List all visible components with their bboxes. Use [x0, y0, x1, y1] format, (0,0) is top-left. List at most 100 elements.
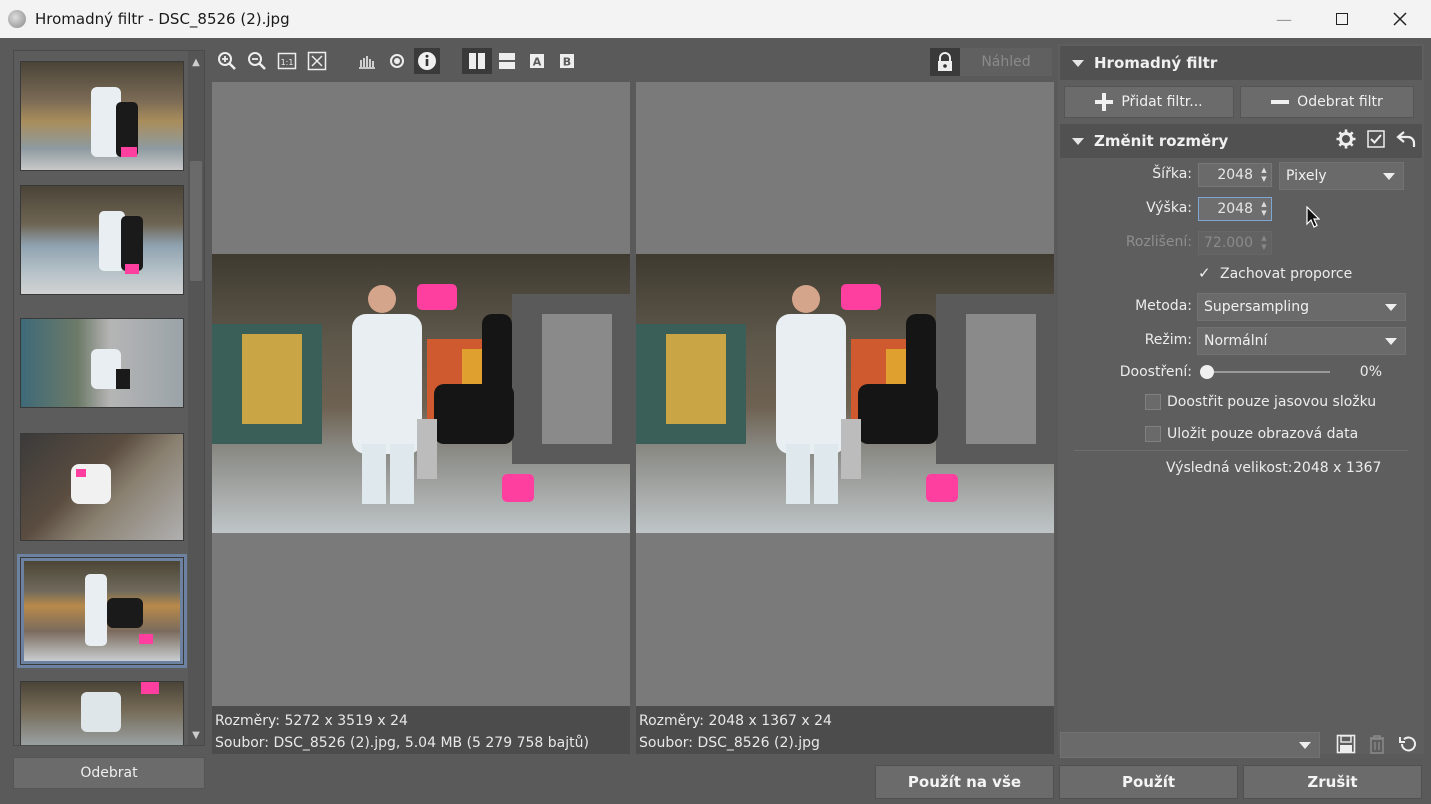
actual-size-icon: 1:1 — [277, 52, 297, 70]
batch-filter-title: Hromadný filtr — [1094, 54, 1218, 72]
save-image-only-label: Uložit pouze obrazová data — [1167, 426, 1359, 442]
spin-arrows-icon[interactable]: ▲ ▼ — [1257, 198, 1271, 220]
info-button[interactable] — [414, 48, 440, 74]
resize-filter-title: Změnit rozměry — [1094, 132, 1229, 150]
zoom-in-icon — [218, 52, 236, 70]
spin-arrows-icon: ▲ ▼ — [1261, 234, 1267, 251]
split-vertical-button[interactable] — [462, 48, 492, 74]
scroll-up-icon[interactable]: ▲ — [191, 57, 201, 68]
maximize-button[interactable] — [1313, 0, 1371, 38]
fit-screen-icon — [307, 51, 327, 71]
unit-select[interactable]: Pixely — [1279, 162, 1404, 190]
method-select[interactable]: Supersampling — [1197, 293, 1406, 321]
height-label: Výška: — [1146, 200, 1192, 216]
sharpen-luma-checkbox[interactable] — [1145, 394, 1161, 410]
app-icon — [8, 10, 26, 28]
save-image-only-checkbox[interactable] — [1145, 426, 1161, 442]
view-a-button[interactable]: A — [524, 48, 550, 74]
chevron-down-icon — [1385, 338, 1397, 345]
maximize-icon — [1336, 13, 1348, 25]
sharpen-value: 0% — [1359, 364, 1382, 380]
apply-all-button[interactable]: Použít na vše — [875, 765, 1054, 799]
zoom-out-button[interactable] — [244, 48, 270, 74]
resolution-value: 72.000 — [1204, 235, 1253, 251]
apply-button[interactable]: Použít — [1059, 765, 1238, 799]
preset-select[interactable] — [1060, 732, 1320, 758]
svg-text:B: B — [563, 56, 571, 69]
enable-filter-checkbox[interactable] — [1365, 128, 1387, 150]
divider — [1074, 450, 1408, 451]
resolution-input: 72.000 ▲ ▼ — [1198, 231, 1272, 255]
window-title: Hromadný filtr - DSC_8526 (2).jpg — [35, 10, 290, 28]
minimize-button[interactable]: — — [1255, 0, 1313, 38]
reset-filter-button[interactable] — [1395, 128, 1417, 150]
method-label: Metoda: — [1135, 298, 1192, 314]
result-photo — [636, 254, 1054, 533]
letter-a-icon: A — [530, 54, 544, 69]
thumbnail[interactable] — [20, 681, 184, 745]
exposure-button[interactable] — [384, 48, 410, 74]
sharpen-slider-handle[interactable] — [1200, 365, 1214, 379]
lock-button[interactable] — [930, 48, 960, 76]
original-info-bar: Rozměry: 5272 x 3519 x 24 Soubor: DSC_85… — [212, 706, 630, 754]
thumbnail[interactable] — [20, 61, 184, 171]
result-preview-pane[interactable]: Rozměry: 2048 x 1367 x 24 Soubor: DSC_85… — [636, 82, 1054, 754]
view-b-button[interactable]: B — [554, 48, 580, 74]
mode-select[interactable]: Normální — [1197, 327, 1406, 355]
batch-filter-header[interactable]: Hromadný filtr — [1060, 46, 1422, 80]
remove-image-button[interactable]: Odebrat — [13, 757, 205, 789]
sun-icon — [390, 54, 404, 68]
thumbnail-selected[interactable] — [17, 554, 187, 668]
keep-ratio-checkbox[interactable]: ✓ — [1198, 264, 1211, 282]
split-horizontal-button[interactable] — [494, 48, 520, 74]
height-input[interactable]: 2048 ▲ ▼ — [1198, 197, 1272, 221]
cancel-button[interactable]: Zrušit — [1243, 765, 1422, 799]
fit-to-window-button[interactable] — [304, 48, 330, 74]
scrollbar-thumb[interactable] — [190, 161, 202, 281]
original-dimensions: Rozměry: 5272 x 3519 x 24 — [215, 713, 408, 729]
mode-value: Normální — [1204, 333, 1268, 349]
width-input[interactable]: 2048 ▲ ▼ — [1198, 163, 1272, 187]
thumbnail[interactable] — [20, 318, 184, 408]
collapse-icon — [1072, 137, 1084, 145]
thumbnail-strip[interactable]: ▲ ▼ — [13, 50, 205, 746]
add-filter-button[interactable]: Přidat filtr... — [1064, 86, 1234, 118]
svg-text:A: A — [533, 56, 542, 69]
chevron-down-icon — [1385, 304, 1397, 311]
save-preset-button[interactable] — [1334, 732, 1358, 756]
result-dimensions: Rozměry: 2048 x 1367 x 24 — [639, 713, 832, 729]
histogram-button[interactable] — [354, 48, 380, 74]
title-bar: Hromadný filtr - DSC_8526 (2).jpg — — [0, 0, 1431, 38]
delete-preset-button[interactable] — [1365, 732, 1389, 756]
remove-filter-button[interactable]: Odebrat filtr — [1240, 86, 1414, 118]
sharpen-label: Doostření: — [1119, 364, 1192, 380]
plus-icon — [1095, 93, 1114, 111]
close-button[interactable] — [1371, 0, 1429, 38]
settings-button[interactable] — [1335, 128, 1357, 150]
sharpen-slider-track[interactable] — [1206, 371, 1330, 373]
save-icon — [1336, 734, 1356, 754]
gear-icon — [1336, 129, 1356, 149]
method-value: Supersampling — [1204, 299, 1309, 315]
thumbnail-scrollbar[interactable]: ▲ ▼ — [188, 51, 204, 745]
reset-preset-button[interactable] — [1396, 732, 1420, 756]
scroll-down-icon[interactable]: ▼ — [191, 730, 201, 741]
zoom-100-button[interactable]: 1:1 — [274, 48, 300, 74]
result-size-label: Výsledná velikost: — [1166, 460, 1293, 476]
width-label: Šířka: — [1152, 166, 1192, 182]
spin-arrows-icon[interactable]: ▲ ▼ — [1257, 164, 1271, 186]
original-preview-pane[interactable]: Rozměry: 5272 x 3519 x 24 Soubor: DSC_85… — [212, 82, 630, 754]
width-value: 2048 — [1217, 167, 1253, 183]
split-horizontal-icon — [499, 53, 515, 69]
undo-icon — [1399, 736, 1416, 752]
result-size-value: 2048 x 1367 — [1293, 460, 1382, 476]
info-icon — [418, 52, 436, 70]
thumbnail[interactable] — [20, 433, 184, 541]
zoom-in-button[interactable] — [214, 48, 240, 74]
zoom-out-icon — [248, 52, 266, 70]
chevron-down-icon — [1383, 173, 1395, 180]
preview-button[interactable]: Náhled — [960, 48, 1052, 76]
mouse-cursor-icon — [1306, 206, 1320, 228]
checkbox-checked-icon — [1367, 130, 1385, 148]
thumbnail[interactable] — [20, 185, 184, 295]
